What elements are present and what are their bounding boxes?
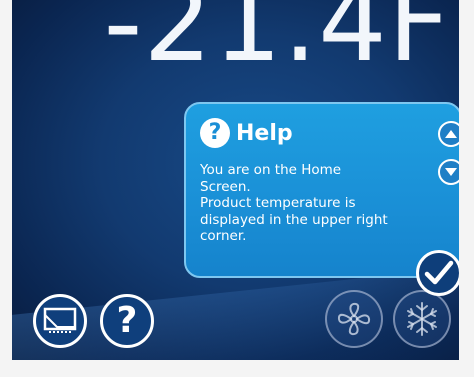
display-screen-icon [43, 307, 77, 333]
help-text-line: corner. [200, 228, 247, 244]
snowflake-icon [407, 302, 437, 336]
help-text-line: You are on the Home [200, 162, 342, 178]
scroll-down-button[interactable] [438, 159, 459, 185]
screen-button[interactable] [33, 294, 87, 348]
help-text-line: displayed in the upper right [200, 211, 388, 228]
temperature-readout: -21.4F [103, 0, 451, 86]
chevron-down-icon [445, 168, 457, 176]
help-text: You are on the Home Screen. Product temp… [200, 162, 430, 245]
help-panel: ? Help You are on the Home Screen. Produ… [184, 102, 459, 278]
checkmark-icon [424, 260, 454, 285]
question-icon: ? [200, 118, 230, 148]
fan-button[interactable] [325, 290, 383, 348]
confirm-button[interactable] [416, 250, 459, 296]
fan-icon [337, 302, 371, 336]
scroll-up-button[interactable] [438, 121, 459, 147]
help-text-line: Product temperature is [200, 195, 356, 211]
help-text-line: Screen. [200, 178, 251, 195]
device-frame: -21.4F ? Help You are on the Home Screen… [0, 0, 474, 377]
help-header: ? Help [200, 118, 293, 148]
controller-screen: -21.4F ? Help You are on the Home Screen… [12, 0, 459, 360]
help-title: Help [236, 120, 293, 146]
help-button[interactable]: ? [100, 294, 154, 348]
question-icon: ? [116, 300, 138, 341]
defrost-button[interactable] [393, 290, 451, 348]
chevron-up-icon [445, 130, 457, 138]
